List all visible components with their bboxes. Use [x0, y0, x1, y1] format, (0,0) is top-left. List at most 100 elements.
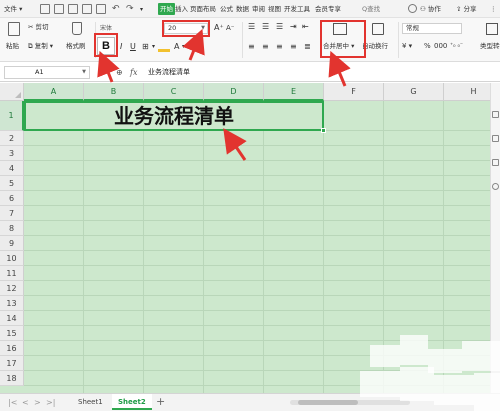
- row-header-18[interactable]: 18: [0, 371, 24, 386]
- row-header-7[interactable]: 7: [0, 206, 24, 221]
- row-header-17[interactable]: 17: [0, 356, 24, 371]
- tab-insert[interactable]: 插入: [175, 3, 188, 15]
- font-color-icon[interactable]: A: [174, 42, 179, 52]
- collab-button[interactable]: ⚇ 协作: [420, 3, 441, 15]
- chevron-down-icon[interactable]: ▾: [200, 42, 203, 52]
- tab-view[interactable]: 视图: [268, 3, 281, 15]
- format-painter-icon[interactable]: [72, 22, 82, 35]
- horizontal-scrollbar[interactable]: [290, 400, 410, 405]
- align-center-icon[interactable]: ≡: [262, 42, 269, 52]
- spreadsheet-grid[interactable]: ABCDEFGH 1 2 3 4 5 6 7 8 9 10 11 12 13 14 15 16 17 18 业务流…: [0, 83, 490, 393]
- font-size-combo[interactable]: 20 ▼: [164, 23, 208, 34]
- select-icon[interactable]: [492, 111, 499, 118]
- paste-icon[interactable]: [8, 22, 20, 36]
- cut-button[interactable]: ✂ 剪切: [28, 22, 49, 32]
- first-sheet-icon[interactable]: |<: [8, 397, 17, 409]
- justify-icon[interactable]: ≡: [290, 42, 297, 52]
- align-top-icon[interactable]: ☰: [248, 22, 255, 32]
- column-header-a[interactable]: A: [24, 83, 84, 101]
- column-header-c[interactable]: C: [144, 83, 204, 101]
- property-icon[interactable]: [492, 135, 499, 142]
- tab-page-layout[interactable]: 页面布局: [190, 3, 216, 15]
- share-button[interactable]: ⇪ 分享: [456, 3, 477, 15]
- next-sheet-icon[interactable]: >: [34, 397, 41, 409]
- prev-sheet-icon[interactable]: <: [22, 397, 29, 409]
- sheet-tab-sheet1[interactable]: Sheet1: [72, 394, 109, 410]
- scrollbar-thumb[interactable]: [298, 400, 358, 405]
- formula-input[interactable]: 业务流程清单: [148, 66, 488, 79]
- row-header-10[interactable]: 10: [0, 251, 24, 266]
- select-all-corner[interactable]: [0, 83, 24, 101]
- bold-button[interactable]: B: [97, 37, 115, 55]
- cell-type-button[interactable]: 类型转换: [480, 41, 500, 51]
- paste-button[interactable]: 粘贴: [6, 41, 19, 51]
- last-sheet-icon[interactable]: >|: [46, 397, 55, 409]
- column-header-e[interactable]: E: [264, 83, 324, 101]
- column-header-f[interactable]: F: [324, 83, 384, 101]
- number-format-combo[interactable]: 常规: [402, 23, 462, 34]
- find-icon[interactable]: [96, 4, 106, 14]
- tab-formulas[interactable]: 公式: [220, 3, 233, 15]
- undo-icon[interactable]: ↶: [112, 4, 122, 14]
- print-preview-icon[interactable]: [82, 4, 92, 14]
- backup-icon[interactable]: [492, 159, 499, 166]
- align-middle-icon[interactable]: ☰: [262, 22, 269, 32]
- align-bottom-icon[interactable]: ☰: [276, 22, 283, 32]
- align-left-icon[interactable]: ≡: [248, 42, 255, 52]
- row-header-3[interactable]: 3: [0, 146, 24, 161]
- export-pdf-icon[interactable]: [54, 4, 64, 14]
- decrease-font-icon[interactable]: A⁻: [226, 23, 234, 33]
- tab-data[interactable]: 数据: [236, 3, 249, 15]
- row-header-6[interactable]: 6: [0, 191, 24, 206]
- wrap-text-icon[interactable]: [372, 23, 384, 35]
- thousands-icon[interactable]: 000: [434, 41, 447, 51]
- row-header-14[interactable]: 14: [0, 311, 24, 326]
- column-header-h[interactable]: H: [444, 83, 490, 101]
- tab-review[interactable]: 审阅: [252, 3, 265, 15]
- italic-icon[interactable]: I: [120, 42, 122, 52]
- merge-center-icon[interactable]: [333, 23, 347, 35]
- format-painter-button[interactable]: 格式刷: [66, 41, 86, 51]
- column-header-d[interactable]: D: [204, 83, 264, 101]
- row-header-15[interactable]: 15: [0, 326, 24, 341]
- overflow-icon[interactable]: ⋮: [490, 3, 497, 15]
- fill-handle[interactable]: [321, 128, 326, 133]
- row-header-5[interactable]: 5: [0, 176, 24, 191]
- row-header-1[interactable]: 1: [0, 101, 24, 131]
- redo-icon[interactable]: ↷: [126, 4, 136, 14]
- copy-button[interactable]: ⧉ 复制 ▾: [28, 41, 53, 51]
- history-icon[interactable]: [492, 183, 499, 190]
- decimal-icon[interactable]: ⁺₀ ₀⁻: [450, 41, 463, 51]
- tab-member[interactable]: 会员专享: [315, 3, 341, 15]
- add-sheet-button[interactable]: +: [156, 395, 165, 409]
- row-header-11[interactable]: 11: [0, 266, 24, 281]
- sheet-tab-sheet2[interactable]: Sheet2: [112, 394, 152, 410]
- save-icon[interactable]: [40, 4, 50, 14]
- row-header-2[interactable]: 2: [0, 131, 24, 146]
- more-icon[interactable]: ▾: [140, 4, 150, 14]
- indent-icon[interactable]: ⇥: [290, 22, 297, 32]
- percent-button[interactable]: %: [424, 41, 431, 51]
- tab-developer[interactable]: 开发工具: [284, 3, 310, 15]
- zoom-icon[interactable]: ⊕: [116, 66, 123, 79]
- print-icon[interactable]: [68, 4, 78, 14]
- chevron-down-icon[interactable]: ▾: [152, 42, 155, 52]
- row-header-9[interactable]: 9: [0, 236, 24, 251]
- currency-icon[interactable]: ¥ ▾: [402, 41, 412, 51]
- wrap-text-button[interactable]: 自动换行: [362, 41, 388, 51]
- column-header-b[interactable]: B: [84, 83, 144, 101]
- merge-center-button[interactable]: 合并居中 ▾: [323, 41, 354, 51]
- chevron-down-icon[interactable]: ▾: [182, 42, 185, 52]
- border-icon[interactable]: ⊞: [142, 42, 149, 52]
- fill-color-icon[interactable]: [158, 42, 170, 52]
- column-header-g[interactable]: G: [384, 83, 444, 101]
- merged-cell-a1-e1[interactable]: 业务流程清单: [24, 101, 324, 131]
- clear-format-icon[interactable]: ◇: [190, 42, 196, 52]
- row-header-4[interactable]: 4: [0, 161, 24, 176]
- file-menu[interactable]: 文件 ▾: [4, 3, 22, 15]
- name-box[interactable]: A1 ▼: [4, 66, 90, 79]
- outdent-icon[interactable]: ⇤: [302, 22, 309, 32]
- fx-button[interactable]: fx: [130, 66, 137, 79]
- row-header-8[interactable]: 8: [0, 221, 24, 236]
- increase-font-icon[interactable]: A⁺: [214, 23, 224, 33]
